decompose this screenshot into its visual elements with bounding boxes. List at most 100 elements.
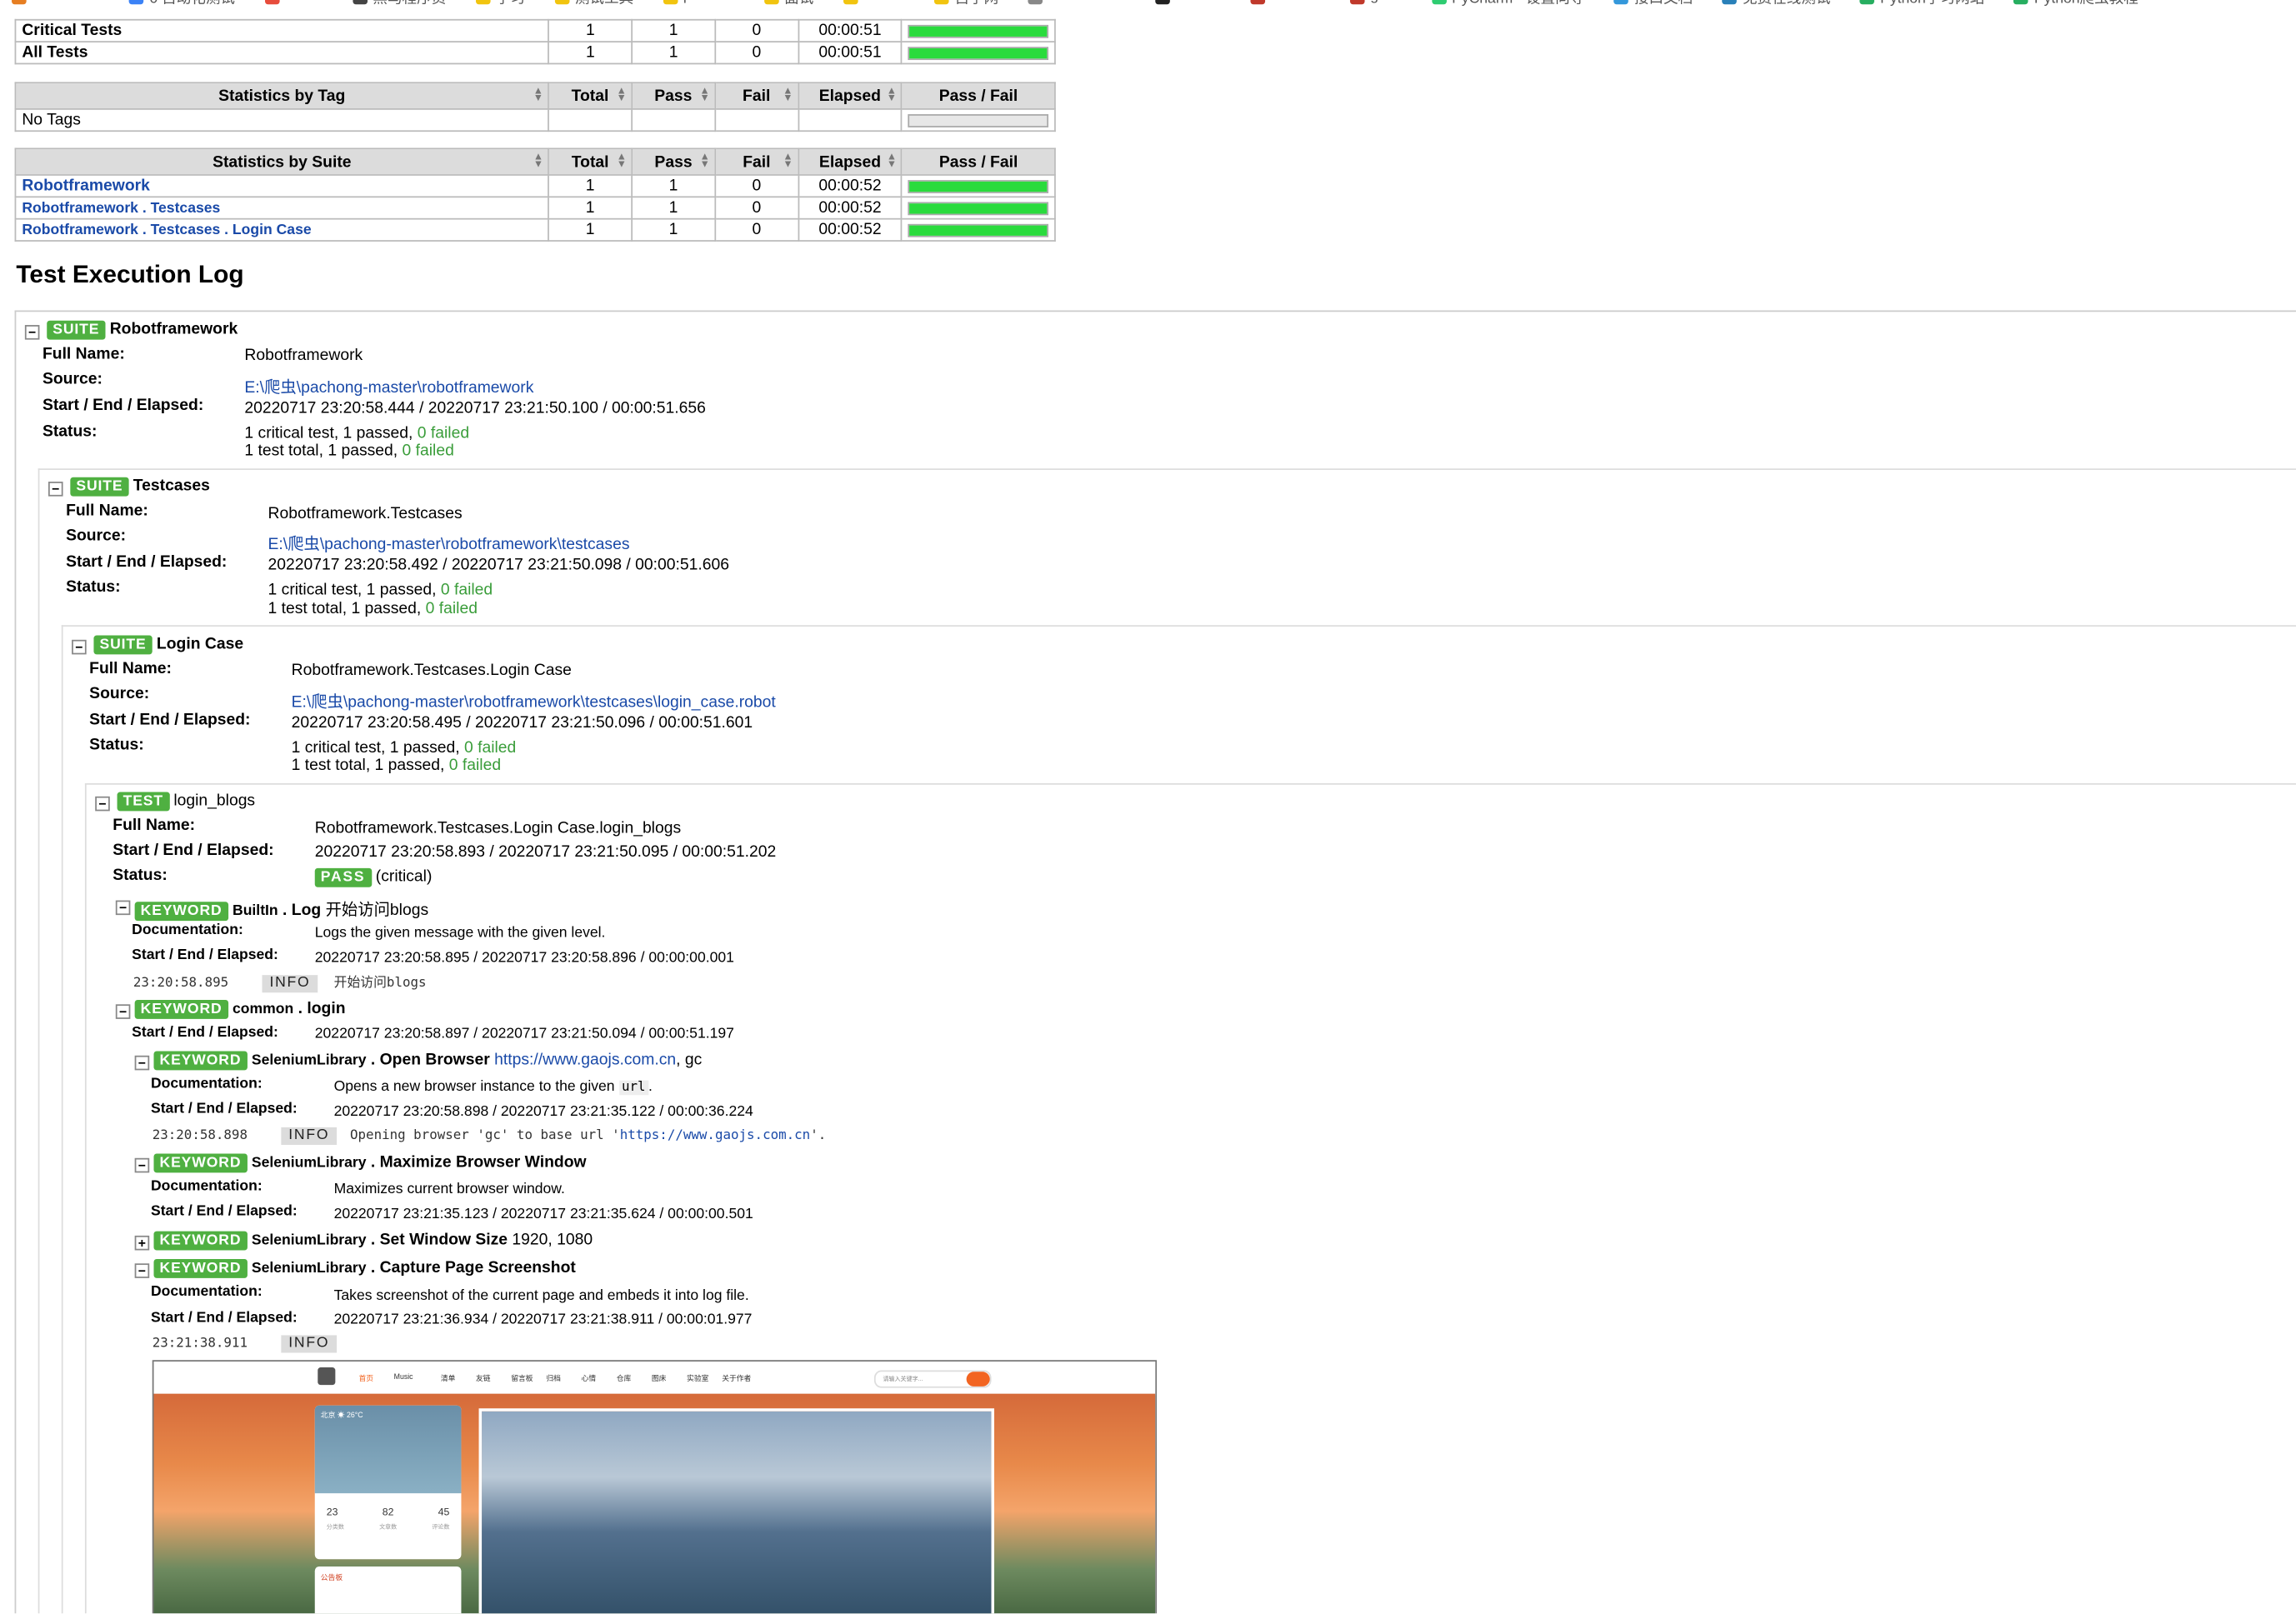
bookmark-icon — [1431, 0, 1447, 4]
bookmark-item[interactable]: Robot 120 — [0, 0, 112, 6]
documentation-value: Maximizes current browser window. — [333, 1181, 565, 1198]
suite-header[interactable]: SUITE Testcases — [70, 477, 210, 497]
stat-header-elapsed[interactable]: Elapsed ▲ ▼ — [797, 147, 903, 176]
critical-label: (critical) — [375, 867, 433, 886]
stat-header-total[interactable]: Total ▲ ▼ — [548, 82, 633, 110]
stat-header-pass[interactable]: Pass ▲ ▼ — [631, 82, 716, 110]
bookmark-icon — [1349, 0, 1365, 4]
stat-link[interactable]: Robotframework — [22, 177, 150, 195]
collapse-toggle[interactable]: − — [48, 482, 63, 497]
stat-link[interactable]: Robotframework . Testcases . Login Case — [22, 222, 311, 238]
stat-fail: 0 — [714, 217, 799, 242]
stat-header-graph[interactable]: Pass / Fail — [901, 147, 1056, 176]
collapse-toggle[interactable]: − — [134, 1055, 150, 1071]
bookmark-item[interactable]: 学习 — [463, 0, 537, 6]
full-name-value: Robotframework.Testcases.Login Case.logi… — [314, 819, 682, 838]
bookmark-icon — [1028, 0, 1043, 4]
documentation-value: Logs the given message with the given le… — [314, 925, 606, 942]
documentation-label: Documentation: — [150, 1076, 263, 1092]
test-header[interactable]: TEST login_blogs — [117, 792, 255, 812]
stat-pass: 1 — [631, 174, 716, 198]
bookmark-item[interactable]: gitee — [1338, 0, 1414, 6]
pass-fail-bar[interactable] — [901, 217, 1056, 242]
sort-icon[interactable]: ▲ ▼ — [887, 87, 897, 104]
collapse-toggle[interactable]: − — [134, 1157, 150, 1173]
bookmark-item[interactable]: 接口文档 — [1602, 0, 1704, 6]
sort-icon[interactable]: ▲ ▼ — [783, 152, 793, 170]
log-message: 23:20:58.898 INFO Opening browser 'gc' t… — [152, 1127, 827, 1145]
keyword-header[interactable]: KEYWORD common . login — [134, 1000, 346, 1019]
sort-icon[interactable]: ▲ ▼ — [887, 152, 897, 170]
suite-badge: SUITE — [70, 477, 129, 497]
pass-fail-bar[interactable] — [901, 41, 1056, 65]
stat-name: No Tags — [22, 111, 81, 129]
bookmark-item[interactable]: music — [253, 0, 335, 6]
status-value: 1 critical test, 1 passed, 0 failed — [244, 424, 470, 442]
collapse-toggle[interactable]: − — [134, 1263, 150, 1278]
pass-fail-bar[interactable] — [901, 18, 1056, 42]
bookmark-item[interactable]: CSDN — [831, 0, 917, 6]
pass-fail-bar[interactable] — [901, 174, 1056, 198]
stat-header-graph[interactable]: Pass / Fail — [901, 82, 1056, 110]
sort-icon[interactable]: ▲ ▼ — [533, 87, 543, 104]
stat-header-fail[interactable]: Fail ▲ ▼ — [714, 147, 799, 176]
collapse-toggle[interactable]: − — [95, 796, 110, 812]
bookmark-item[interactable]: Docker Hub — [1016, 0, 1138, 6]
collapse-toggle[interactable]: − — [72, 639, 87, 655]
sort-icon[interactable]: ▲ ▼ — [699, 87, 709, 104]
stat-elapsed: 00:00:52 — [797, 196, 903, 220]
stat-header-name[interactable]: Statistics by Tag ▲ ▼ — [14, 82, 549, 110]
stat-link[interactable]: Robotframework . Testcases — [22, 201, 220, 217]
expand-toggle[interactable]: + — [134, 1235, 150, 1251]
url-link[interactable]: https://www.gaojs.com.cn — [494, 1052, 676, 1069]
keyword-header[interactable]: KEYWORD SeleniumLibrary . Capture Page S… — [153, 1259, 576, 1278]
collapse-toggle[interactable]: − — [115, 900, 131, 916]
bookmark-item[interactable]: 免费在线测试 — [1710, 0, 1842, 6]
suite-header[interactable]: SUITE Login Case — [93, 635, 243, 655]
bookmark-item[interactable]: 面试 — [752, 0, 825, 6]
bookmark-item[interactable]: practice — [651, 0, 746, 6]
source-link[interactable]: E:\爬虫\pachong-master\robotframework\test… — [292, 694, 776, 712]
bookmark-item[interactable]: 测试工具 — [543, 0, 645, 6]
suite-header[interactable]: SUITE Robotframework — [47, 320, 238, 340]
start-end-label: Start / End / Elapsed: — [66, 553, 228, 572]
source-link[interactable]: E:\爬虫\pachong-master\robotframework\test… — [268, 536, 630, 553]
keyword-header[interactable]: KEYWORD BuiltIn . Log 开始访问blogs — [134, 897, 428, 922]
collapse-toggle[interactable]: − — [115, 1004, 131, 1019]
keyword-header[interactable]: KEYWORD SeleniumLibrary . Open Browser h… — [153, 1051, 702, 1071]
full-name-label: Full Name: — [89, 660, 172, 678]
pass-fail-bar[interactable] — [901, 108, 1056, 132]
bookmark-item[interactable]: GitHub — [1143, 0, 1233, 6]
stat-row: Robotframework 1 1 0 00:00:52 — [14, 174, 1056, 198]
sort-icon[interactable]: ▲ ▼ — [783, 87, 793, 104]
documentation-label: Documentation: — [150, 1178, 263, 1195]
collapse-toggle[interactable]: − — [24, 325, 40, 340]
keyword-header[interactable]: KEYWORD SeleniumLibrary . Set Window Siz… — [153, 1231, 593, 1251]
sort-icon[interactable]: ▲ ▼ — [617, 152, 627, 170]
bookmark-item[interactable]: 自学网 — [923, 0, 1010, 6]
sort-icon[interactable]: ▲ ▼ — [533, 152, 543, 170]
stat-header-elapsed[interactable]: Elapsed ▲ ▼ — [797, 82, 903, 110]
bookmark-icon — [128, 0, 144, 4]
sort-icon[interactable]: ▲ ▼ — [700, 152, 710, 170]
bookmark-item[interactable]: 黑马程序员 — [341, 0, 458, 6]
pass-fail-bar[interactable] — [901, 196, 1056, 220]
stat-header-total[interactable]: Total ▲ ▼ — [548, 147, 633, 176]
stat-header-fail[interactable]: Fail ▲ ▼ — [713, 82, 799, 110]
stat-header-name[interactable]: Statistics by Suite ▲ ▼ — [14, 147, 550, 176]
source-link[interactable]: E:\爬虫\pachong-master\robotframework — [244, 379, 533, 397]
bookmark-item[interactable]: Python学习网站 — [1848, 0, 1996, 6]
stat-total: 1 — [548, 196, 633, 220]
page-screenshot[interactable]: 首页 Music 清单 友链 留言板 归档 心情 仓库 图床 实验室 关于作者 请输入关键字... … — [152, 1360, 1158, 1614]
start-end-value: 20220717 23:20:58.898 / 20220717 23:21:3… — [333, 1103, 753, 1121]
keyword-header[interactable]: KEYWORD SeleniumLibrary . Maximize Brows… — [153, 1153, 587, 1173]
bookmark-item[interactable]: 0 自动化测试 — [118, 0, 247, 6]
bookmark-item[interactable]: PyCharm - 设置向导 — [1419, 0, 1596, 6]
stat-header-pass[interactable]: Pass ▲ ▼ — [631, 147, 716, 176]
sort-icon[interactable]: ▲ ▼ — [617, 87, 627, 104]
bookmark-item[interactable]: Jenkins — [1238, 0, 1332, 6]
stat-row: Robotframework . Testcases . Login Case 1… — [14, 217, 1056, 242]
stat-total: 1 — [548, 41, 633, 65]
bookmark-item[interactable]: Python爬虫教程 — [2002, 0, 2150, 6]
bookmark-icon — [352, 0, 368, 4]
